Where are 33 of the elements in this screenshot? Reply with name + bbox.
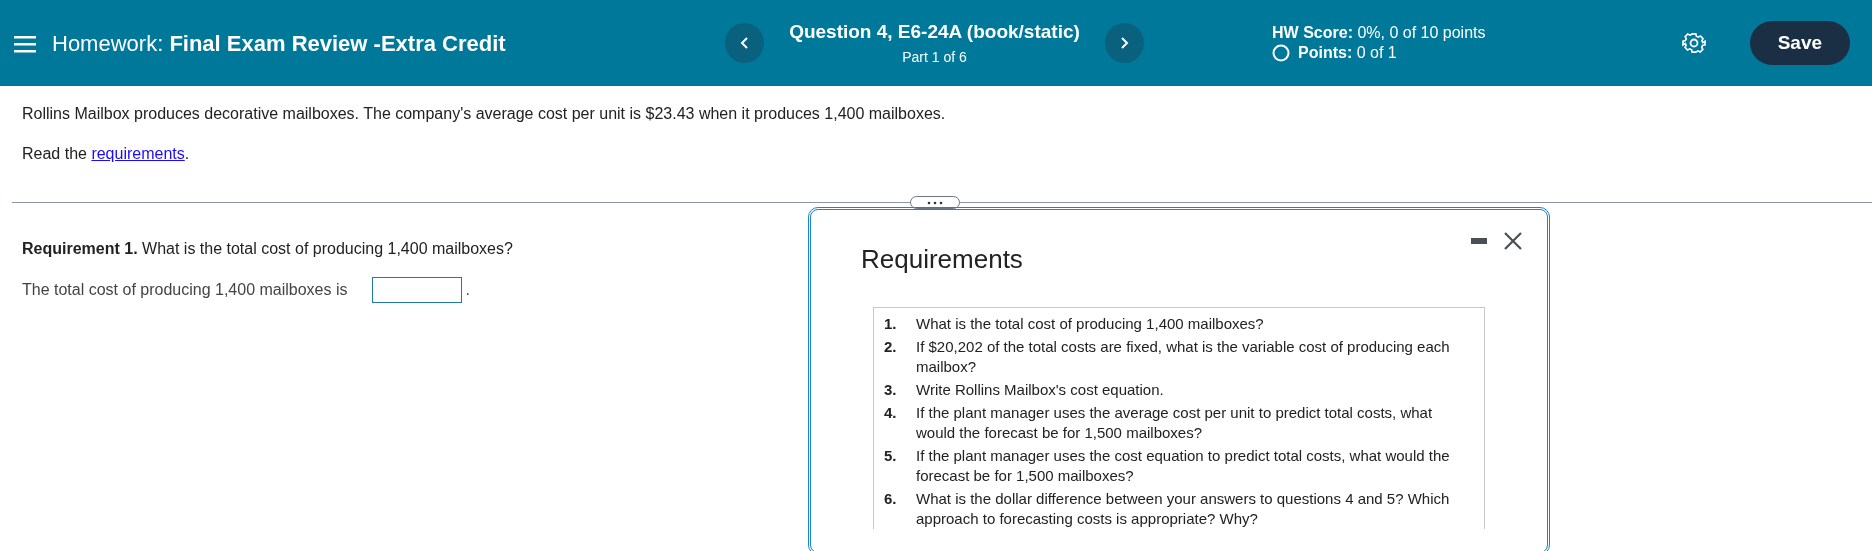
requirement-text: If $20,202 of the total costs are fixed, what is the variable cost of producing each mailbox? [916, 337, 1451, 377]
hw-score: HW Score: 0%, 0 of 10 points [1272, 23, 1487, 43]
dialog-title: Requirements [861, 243, 1024, 276]
answer-prompt: The total cost of producing 1,400 mailboxes is [22, 280, 348, 300]
homework-title: Final Exam Review -Extra Credit [169, 30, 506, 56]
homework-label: Homework: [52, 30, 164, 56]
item-number: 2. [884, 337, 898, 357]
requirements-link[interactable]: requirements [91, 145, 185, 162]
problem-text: Rollins Mailbox produces decorative mailboxes. The company's average cost per unit is $23.43 when it produces 1,400 mailboxes. [22, 104, 947, 124]
points-score: Points: 0 of 1 [1298, 43, 1397, 63]
read-requirements-text: Read the requirements. [22, 144, 191, 164]
item-number: 5. [884, 446, 898, 466]
save-button[interactable]: Save [1749, 20, 1850, 66]
item-number: 6. [884, 489, 898, 509]
dots-icon [925, 200, 945, 205]
requirement-text: If the plant manager uses the cost equation to predict total costs, what would the forecast be for 1,500 mailboxes? [916, 446, 1451, 486]
expand-button[interactable] [910, 196, 960, 209]
requirement-text: If the plant manager uses the average cost per unit to predict total costs, what would the forecast be for 1,500 mailboxes? [916, 403, 1434, 443]
item-number: 3. [884, 380, 898, 400]
settings-icon[interactable] [1681, 30, 1706, 56]
requirement-text: Write Rollins Mailbox's cost equation. [916, 380, 1164, 400]
answer-field[interactable] [371, 277, 462, 303]
part-label: Part 1 of 6 [901, 47, 968, 67]
question-title: Question 4, E6-24A (book/static) [788, 20, 1081, 45]
requirement-text: What is the total cost of producing 1,400 mailboxes? [916, 314, 1264, 334]
chevron-right-icon [1119, 37, 1130, 49]
status-circle-icon [1272, 44, 1291, 62]
chevron-left-icon [739, 37, 750, 49]
requirement-question: Requirement 1. What is the total cost of producing 1,400 mailboxes? [22, 239, 513, 259]
requirement-text: What is the dollar difference between your answers to questions 4 and 5? Which approach to forecasting costs is appropriate? Why? [916, 489, 1451, 529]
item-number: 4. [884, 403, 898, 423]
period-text: . [465, 280, 470, 300]
item-number: 1. [884, 314, 898, 334]
